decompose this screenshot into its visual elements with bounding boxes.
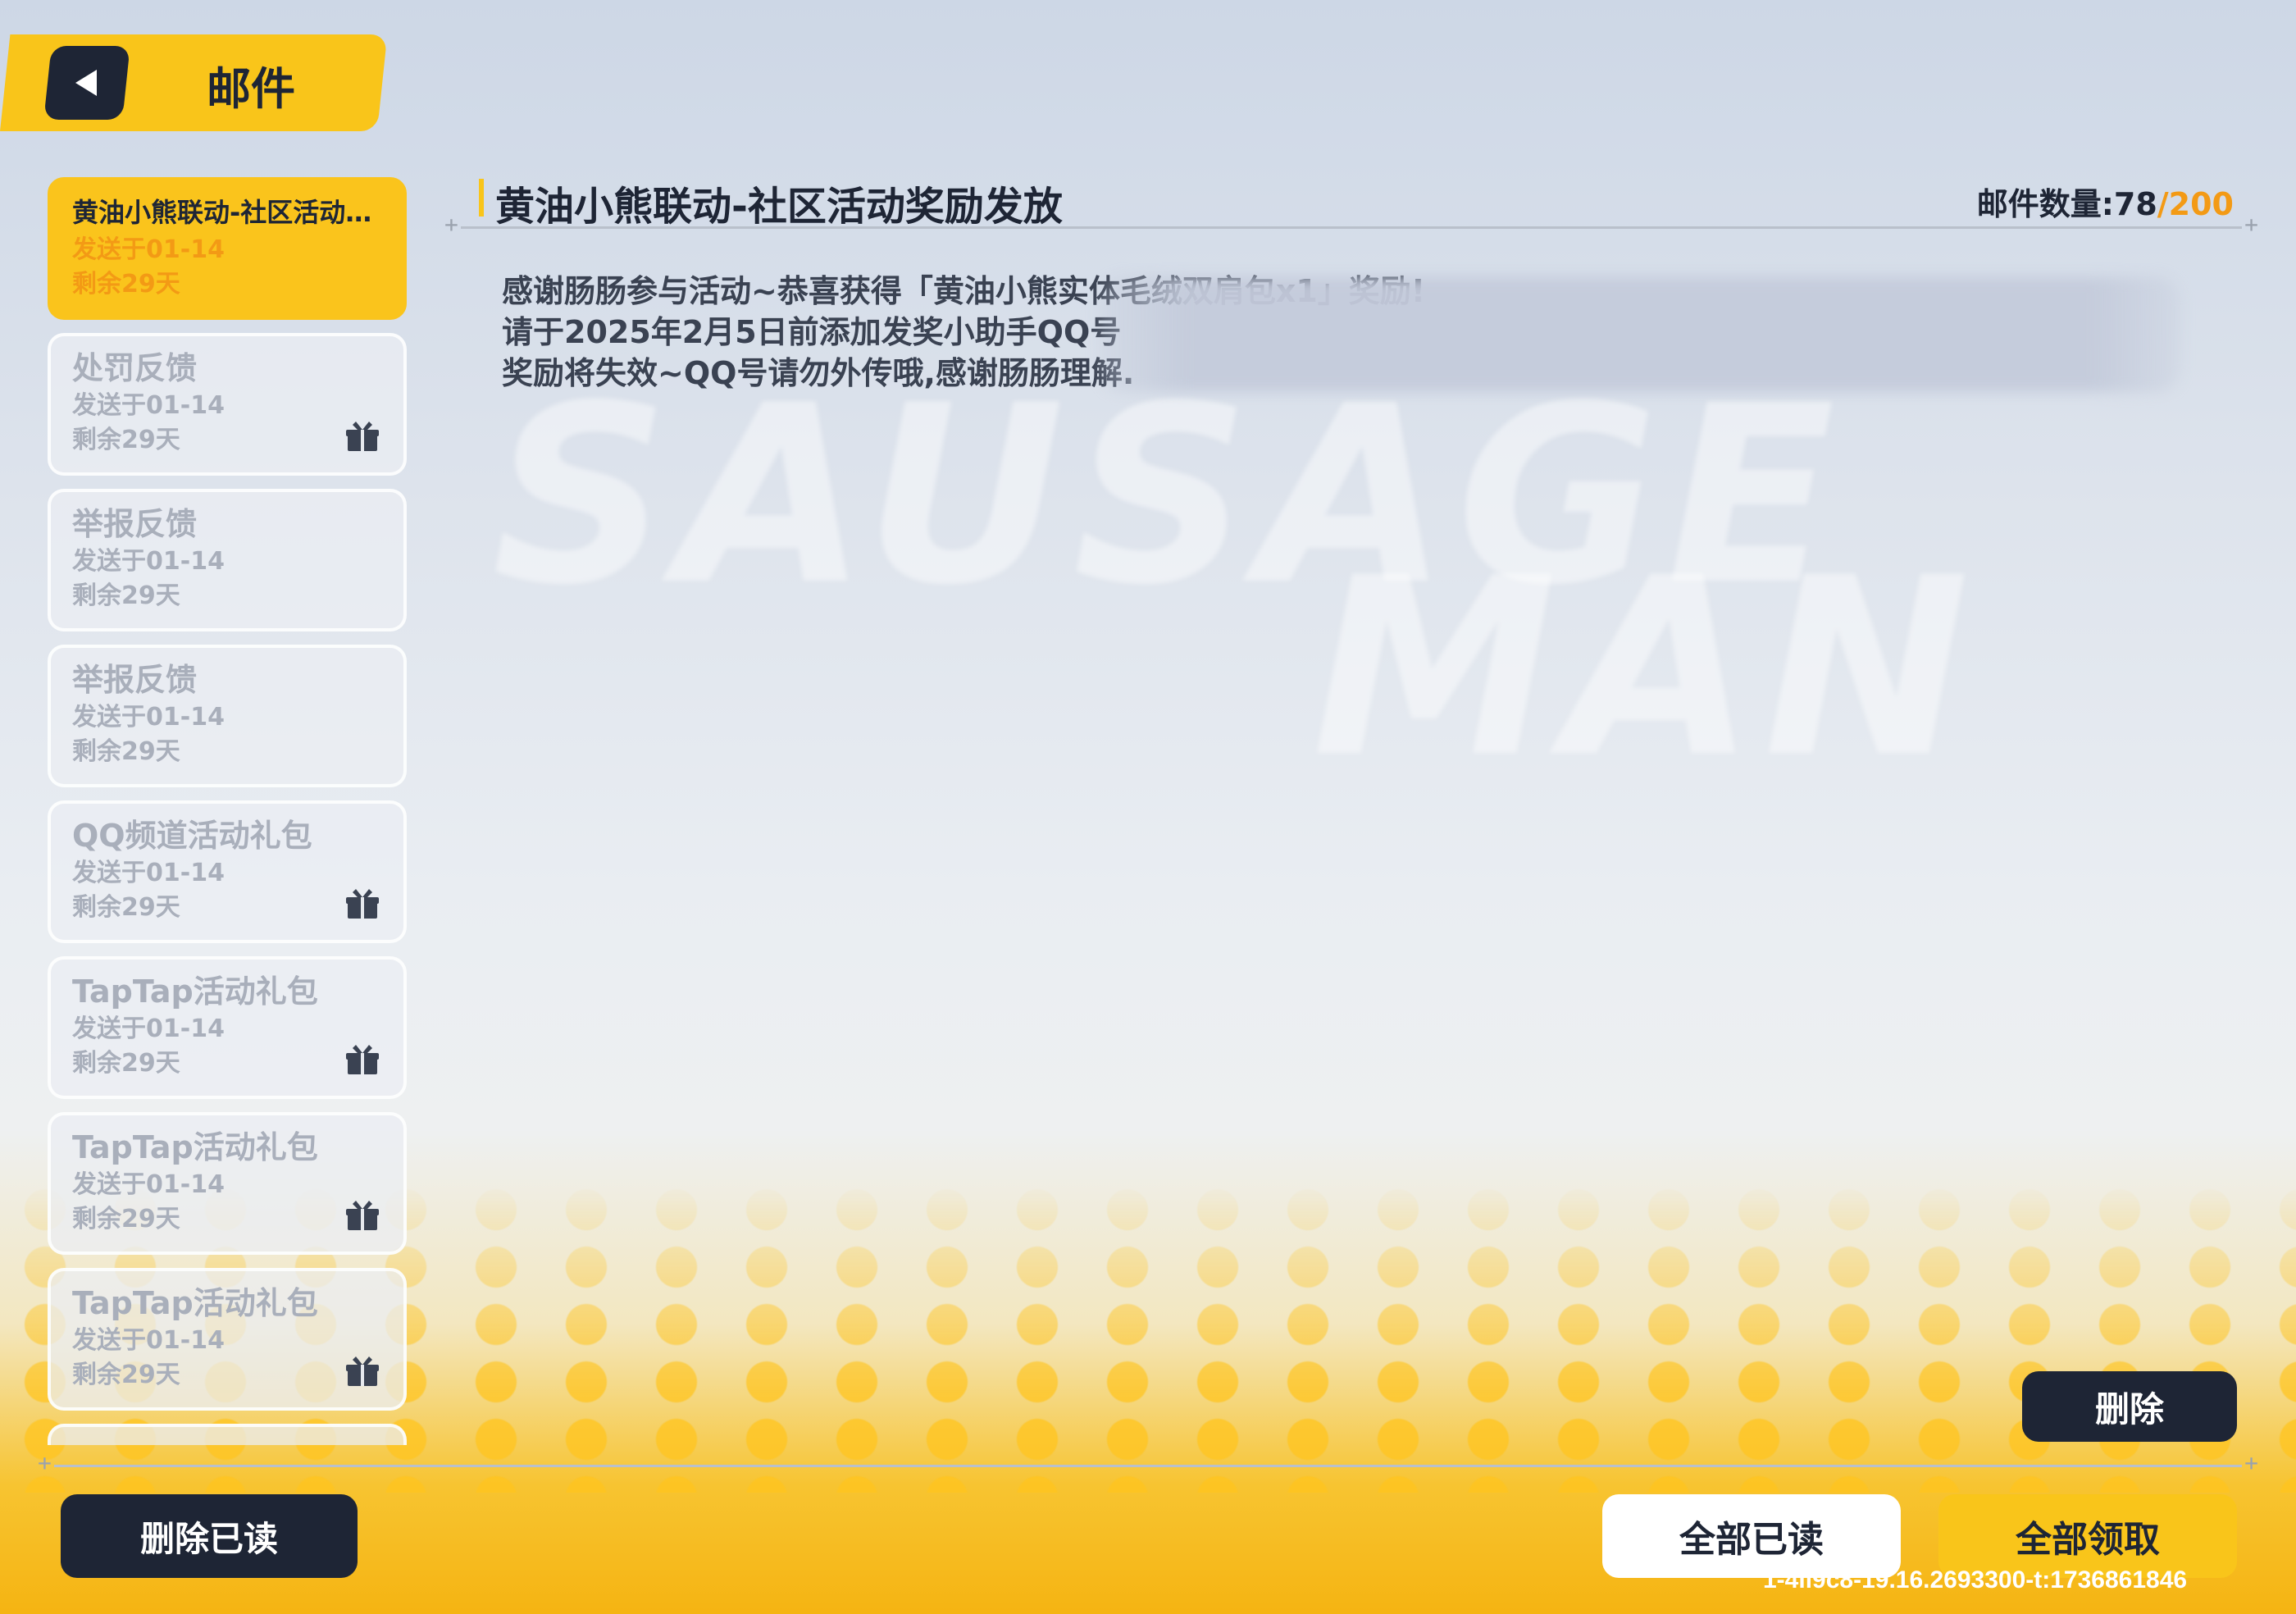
back-arrow-icon: [75, 70, 97, 96]
gift-icon: [344, 418, 380, 454]
mail-item-title: 黄油小熊联动-社区活动奖励发放: [72, 197, 382, 228]
mail-item-title: TapTap活动礼包: [72, 1285, 318, 1321]
mail-item-sent-date: 发送于01-14: [72, 1170, 225, 1199]
mail-list-item[interactable]: [48, 1424, 407, 1445]
mail-list[interactable]: 黄油小熊联动-社区活动奖励发放发送于01-14剩余29天处罚反馈发送于01-14…: [48, 177, 407, 1445]
gift-icon: [344, 1353, 380, 1389]
mail-count-current: 78: [2113, 186, 2157, 222]
mail-item-remaining: 剩余29天: [72, 1049, 180, 1078]
delete-button[interactable]: 删除: [2022, 1371, 2237, 1442]
back-button[interactable]: [43, 46, 130, 120]
mail-item-remaining: 剩余29天: [72, 1205, 180, 1233]
claim-all-button[interactable]: 全部领取: [1938, 1494, 2237, 1578]
mail-item-sent-date: 发送于01-14: [72, 1014, 225, 1043]
mail-list-item[interactable]: TapTap活动礼包发送于01-14 剩余29天: [48, 956, 407, 1099]
title-accent-bar: [479, 179, 484, 217]
mail-item-sent-date: 发送于01-14: [72, 859, 225, 887]
mail-item-title: QQ频道活动礼包: [72, 818, 312, 854]
mail-item-title: 举报反馈: [72, 506, 198, 542]
mail-list-item[interactable]: 处罚反馈发送于01-14 剩余29天: [48, 333, 407, 476]
mail-item-remaining: 剩余29天: [72, 1361, 180, 1389]
redacted-region: [1099, 277, 2181, 392]
mail-item-sent-date: 发送于01-14: [72, 391, 225, 420]
mail-count: 邮件数量:78/200: [1977, 179, 2234, 224]
mail-item-sent-date: 发送于01-14: [72, 235, 225, 264]
mail-item-title: 举报反馈: [72, 662, 198, 698]
mail-item-remaining: 剩余29天: [72, 581, 180, 610]
mail-list-item[interactable]: 举报反馈发送于01-14 剩余29天: [48, 645, 407, 787]
mail-item-title: 处罚反馈: [72, 350, 198, 386]
mail-item-title: TapTap活动礼包: [72, 1129, 318, 1165]
delete-read-button[interactable]: 删除已读: [61, 1494, 358, 1578]
mail-list-item[interactable]: 举报反馈发送于01-14 剩余29天: [48, 489, 407, 631]
mail-count-label: 邮件数量:: [1976, 186, 2114, 222]
mail-item-title: TapTap活动礼包: [72, 973, 318, 1010]
mail-detail-title: 黄油小熊联动-社区活动奖励发放: [495, 184, 1063, 230]
gift-icon: [344, 1197, 380, 1233]
background-logo: SAUSAGE MAN: [492, 353, 1978, 811]
gift-icon: [344, 886, 380, 922]
page-title: 邮件: [207, 63, 295, 115]
mail-item-remaining: 剩余29天: [72, 893, 180, 922]
build-watermark: 1-4ll9c8-19.16.2693300-t:1736861846: [1763, 1566, 2188, 1593]
mail-list-item[interactable]: 黄油小熊联动-社区活动奖励发放发送于01-14 剩余29天: [48, 177, 407, 320]
mail-item-sent-date: 发送于01-14: [72, 547, 225, 576]
mail-item-remaining: 剩余29天: [72, 737, 180, 766]
mail-item-remaining: 剩余29天: [72, 426, 180, 454]
detail-divider: [444, 211, 2258, 238]
bottom-divider: [38, 1449, 2258, 1476]
mail-list-item[interactable]: TapTap活动礼包发送于01-14 剩余29天: [48, 1268, 407, 1411]
read-all-button[interactable]: 全部已读: [1602, 1494, 1901, 1578]
mail-list-item[interactable]: QQ频道活动礼包发送于01-14 剩余29天: [48, 800, 407, 943]
gift-icon: [344, 1042, 380, 1078]
mail-item-sent-date: 发送于01-14: [72, 1326, 225, 1355]
mail-item-sent-date: 发送于01-14: [72, 703, 225, 732]
mail-item-remaining: 剩余29天: [72, 270, 180, 299]
mail-list-item[interactable]: TapTap活动礼包发送于01-14 剩余29天: [48, 1112, 407, 1255]
mail-count-max: /200: [2157, 186, 2234, 222]
